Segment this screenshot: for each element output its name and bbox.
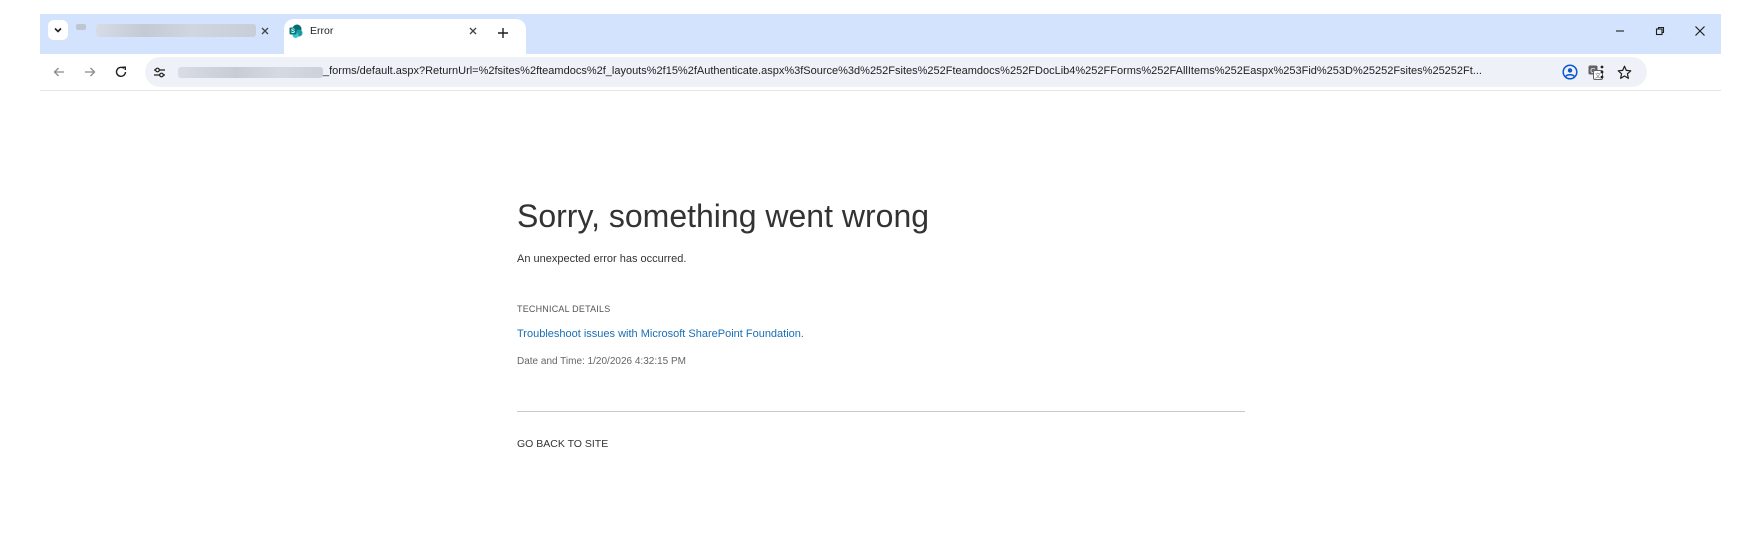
- tab-search-button[interactable]: [48, 20, 68, 40]
- date-time: Date and Time: 1/20/2026 4:32:15 PM: [517, 356, 686, 367]
- close-icon: [1694, 25, 1706, 37]
- close-icon: [468, 26, 478, 36]
- profile-icon: [1562, 64, 1578, 80]
- forward-button[interactable]: [81, 63, 99, 81]
- tab-close-button[interactable]: [465, 23, 481, 39]
- arrow-left-icon: [52, 65, 66, 79]
- tab-bar: S Error: [40, 14, 1721, 54]
- svg-text:S: S: [291, 29, 295, 35]
- tab-close-button[interactable]: [257, 23, 273, 39]
- kebab-menu-icon: [1600, 65, 1604, 79]
- minimize-button[interactable]: [1608, 22, 1632, 40]
- page-title: Sorry, something went wrong: [517, 198, 930, 234]
- bookmark-button[interactable]: [1616, 64, 1632, 80]
- chevron-down-icon: [53, 25, 63, 35]
- tab-title: Error: [310, 25, 334, 37]
- address-bar[interactable]: _forms/default.aspx?ReturnUrl=%2fsites%2…: [145, 57, 1647, 87]
- restore-button[interactable]: [1648, 22, 1672, 40]
- arrow-right-icon: [83, 65, 97, 79]
- error-message: An unexpected error has occurred.: [517, 253, 687, 265]
- plus-icon: [497, 27, 509, 39]
- troubleshoot-link[interactable]: Troubleshoot issues with Microsoft Share…: [517, 328, 804, 340]
- divider: [517, 411, 1245, 412]
- browser-window: S Error _forms/default.aspx?ReturnUrl=%2…: [40, 14, 1721, 91]
- site-info-button[interactable]: [151, 64, 167, 80]
- technical-details-heading: TECHNICAL DETAILS: [517, 304, 611, 314]
- restore-icon: [1655, 26, 1665, 36]
- reload-icon: [114, 65, 128, 79]
- browser-toolbar: _forms/default.aspx?ReturnUrl=%2fsites%2…: [40, 54, 1721, 91]
- reload-button[interactable]: [112, 63, 130, 81]
- close-icon: [260, 26, 270, 36]
- tune-icon: [153, 66, 166, 79]
- star-icon: [1617, 65, 1632, 80]
- new-tab-button[interactable]: [493, 23, 513, 43]
- close-window-button[interactable]: [1688, 22, 1712, 40]
- tab-title-blurred[interactable]: [96, 24, 256, 37]
- tab-favicon-blurred: [76, 24, 86, 30]
- menu-button[interactable]: [1593, 63, 1611, 81]
- profile-button[interactable]: [1561, 63, 1579, 81]
- back-button[interactable]: [50, 63, 68, 81]
- url-text[interactable]: _forms/default.aspx?ReturnUrl=%2fsites%2…: [323, 65, 1482, 77]
- sharepoint-icon: S: [289, 24, 303, 38]
- minimize-icon: [1615, 26, 1625, 36]
- go-back-link[interactable]: GO BACK TO SITE: [517, 438, 608, 450]
- url-host-blurred: [178, 67, 323, 78]
